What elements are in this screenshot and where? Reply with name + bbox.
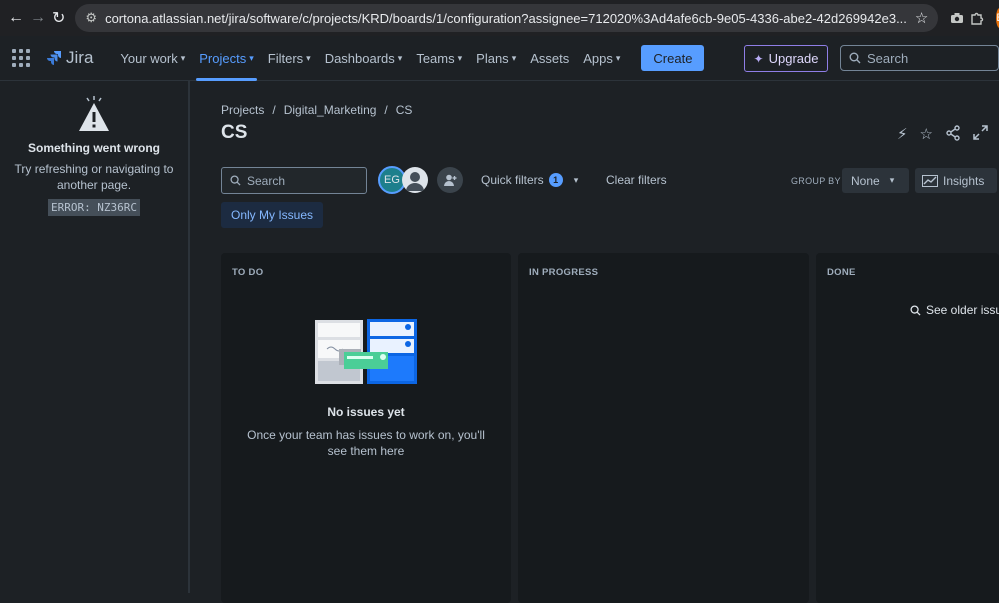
nav-projects[interactable]: Projects▾	[192, 36, 261, 81]
app-switcher-icon[interactable]	[12, 49, 32, 67]
star-icon[interactable]: ☆	[920, 125, 933, 143]
search-placeholder: Search	[247, 174, 285, 188]
nav-label: Filters	[268, 51, 303, 66]
insights-label: Insights	[943, 174, 984, 188]
assignee-avatars: EG	[378, 166, 428, 194]
sidebar: Something went wrong Try refreshing or n…	[0, 81, 190, 593]
warning-icon	[77, 95, 111, 133]
nav-plans[interactable]: Plans▾	[469, 36, 523, 81]
global-search-input[interactable]: Search	[840, 45, 999, 71]
header-actions: ⚡︎ ☆	[897, 125, 988, 143]
column-title: TO DO	[232, 267, 263, 278]
address-bar[interactable]: ⚙ cortona.atlassian.net/jira/software/c/…	[75, 4, 938, 32]
create-button[interactable]: Create	[641, 45, 704, 71]
nav-apps[interactable]: Apps▾	[576, 36, 627, 81]
search-icon	[230, 175, 241, 186]
nav-label: Your work	[120, 51, 177, 66]
clear-filters-button[interactable]: Clear filters	[606, 173, 667, 187]
breadcrumb-board[interactable]: CS	[396, 103, 413, 117]
board-main: Projects / Digital_Marketing / CS CS ⚡︎ …	[221, 81, 999, 593]
add-person-icon	[443, 173, 457, 187]
browser-toolbar: ← → ↻ ⚙ cortona.atlassian.net/jira/softw…	[0, 0, 999, 36]
quick-filters-label: Quick filters	[481, 173, 544, 187]
column-title: IN PROGRESS	[529, 267, 598, 278]
insights-chart-icon	[922, 175, 938, 187]
breadcrumb-separator: /	[384, 103, 387, 117]
logo-text: Jira	[66, 48, 93, 68]
error-code: ERROR: NZ36RC	[48, 199, 140, 216]
search-icon	[849, 52, 861, 64]
chevron-down-icon: ▾	[616, 53, 621, 64]
expand-icon[interactable]	[973, 125, 988, 140]
column-title: DONE	[827, 267, 856, 278]
nav-label: Projects	[199, 51, 246, 66]
empty-board-illustration	[315, 319, 417, 385]
lightning-icon[interactable]: ⚡︎	[897, 125, 908, 143]
quick-filters-button[interactable]: Quick filters 1 ▾	[481, 173, 578, 187]
quick-filters-count-badge: 1	[549, 173, 563, 187]
nav-label: Plans	[476, 51, 509, 66]
forward-icon[interactable]: →	[30, 6, 46, 30]
insights-button[interactable]: Insights	[915, 168, 997, 193]
user-icon	[402, 167, 428, 193]
chevron-down-icon: ▾	[249, 53, 254, 64]
column-todo: TO DO No issues yet Once your team has i…	[221, 253, 511, 603]
breadcrumb: Projects / Digital_Marketing / CS	[221, 103, 412, 117]
chevron-down-icon: ▾	[458, 53, 463, 64]
back-icon[interactable]: ←	[8, 6, 24, 30]
nav-label: Apps	[583, 51, 613, 66]
nav-filters[interactable]: Filters▾	[261, 36, 318, 81]
nav-your-work[interactable]: Your work ▾	[113, 36, 192, 81]
column-in-progress: IN PROGRESS	[518, 253, 809, 603]
chevron-down-icon: ▾	[306, 53, 311, 64]
error-title: Something went wrong	[0, 141, 188, 155]
nav-assets[interactable]: Assets	[523, 36, 576, 81]
nav-teams[interactable]: Teams ▾	[409, 36, 469, 81]
page-title: CS	[221, 122, 247, 144]
share-icon[interactable]	[945, 125, 961, 141]
chevron-down-icon: ▾	[181, 53, 186, 64]
add-people-button[interactable]	[437, 167, 463, 193]
nav-label: Assets	[530, 51, 569, 66]
search-placeholder: Search	[867, 51, 908, 66]
site-settings-icon[interactable]: ⚙	[85, 10, 97, 26]
jira-logo[interactable]: Jira	[46, 48, 93, 68]
error-message: Try refreshing or navigating to another …	[14, 161, 174, 193]
reload-icon[interactable]: ↻	[52, 6, 65, 30]
nav-label: Teams	[416, 51, 454, 66]
column-done: DONE See older issu	[816, 253, 999, 603]
jira-logo-icon	[46, 50, 62, 66]
group-by-value: None	[851, 174, 880, 188]
empty-state-title: No issues yet	[221, 405, 511, 419]
search-icon	[910, 305, 921, 316]
empty-state-message: Once your team has issues to work on, yo…	[241, 427, 491, 459]
chevron-down-icon: ▾	[398, 53, 403, 64]
only-my-issues-filter[interactable]: Only My Issues	[221, 202, 323, 228]
avatar-unassigned[interactable]	[402, 167, 428, 193]
chevron-down-icon: ▾	[890, 175, 895, 186]
see-older-issues-label: See older issu	[926, 303, 999, 317]
extensions-puzzle-icon[interactable]	[970, 6, 984, 30]
bookmark-star-icon[interactable]: ☆	[915, 9, 928, 27]
upgrade-label: Upgrade	[769, 51, 819, 66]
sparkle-icon: ✦	[754, 52, 764, 66]
upgrade-button[interactable]: ✦ Upgrade	[744, 45, 828, 72]
chevron-down-icon: ▾	[512, 53, 517, 64]
group-by-select[interactable]: None ▾	[842, 168, 909, 193]
board-search-input[interactable]: Search	[221, 167, 367, 194]
nav-label: Dashboards	[325, 51, 395, 66]
url-text[interactable]: cortona.atlassian.net/jira/software/c/pr…	[105, 11, 907, 26]
group-by-label: GROUP BY	[791, 176, 841, 186]
breadcrumb-project[interactable]: Digital_Marketing	[284, 103, 377, 117]
breadcrumb-projects[interactable]: Projects	[221, 103, 264, 117]
breadcrumb-separator: /	[272, 103, 275, 117]
jira-top-nav: Jira Your work▾ Projects▾ Filters▾ Dashb…	[0, 36, 999, 81]
see-older-issues-link[interactable]: See older issu	[910, 303, 999, 317]
camera-extension-icon[interactable]	[950, 6, 964, 30]
nav-dashboards[interactable]: Dashboards▾	[318, 36, 410, 81]
chevron-down-icon: ▾	[574, 175, 579, 186]
